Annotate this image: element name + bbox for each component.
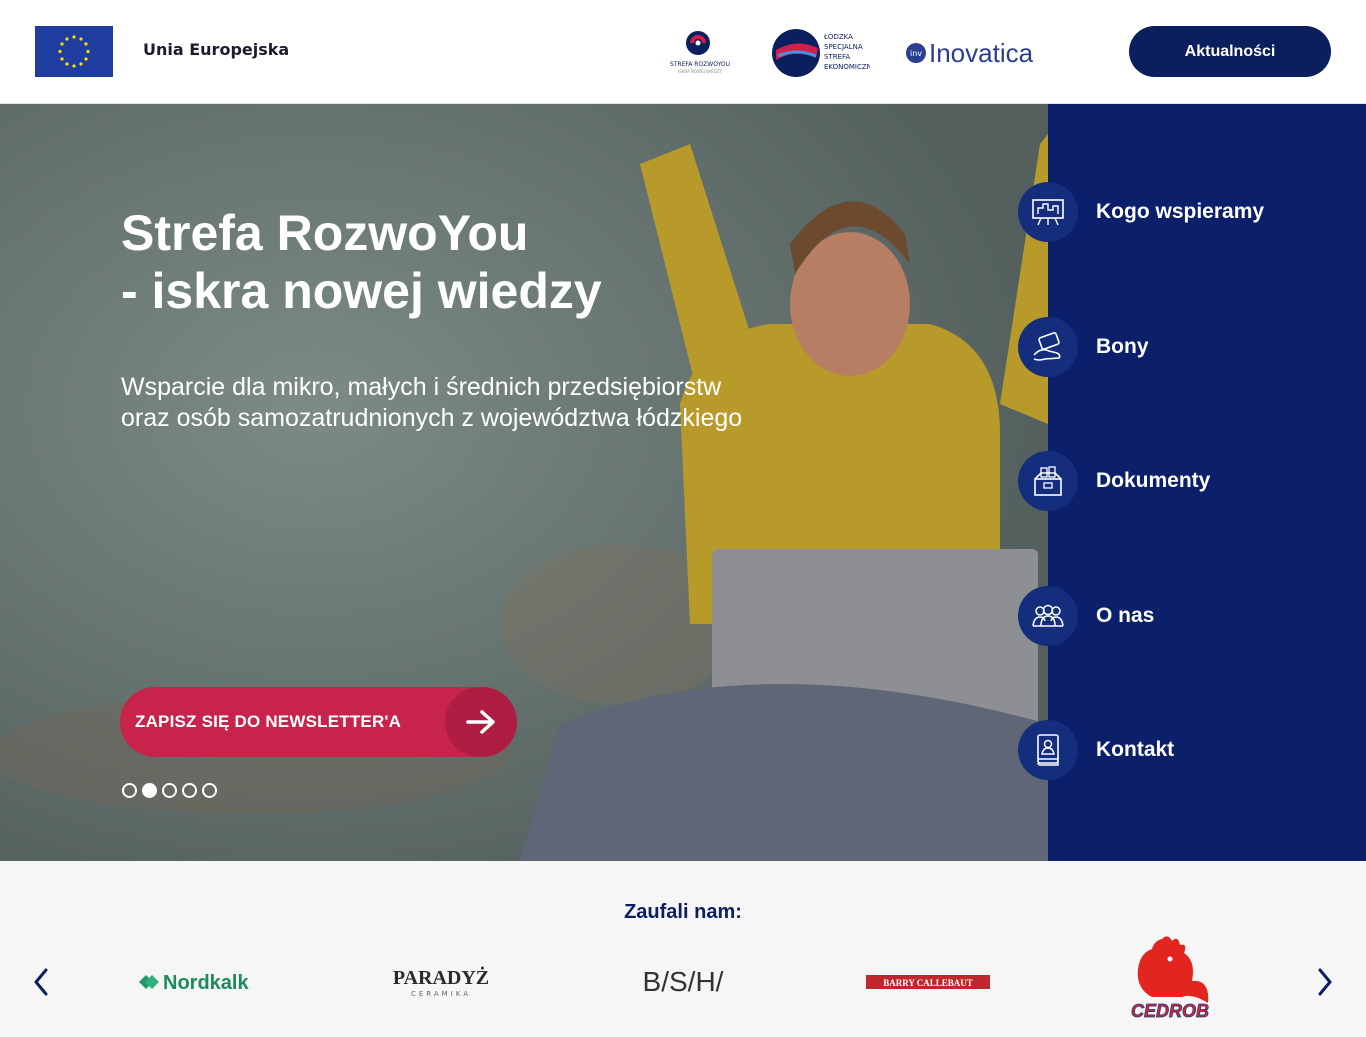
voucher-hand-icon bbox=[1018, 317, 1078, 377]
hero-title-line2: - iskra nowej wiedzy bbox=[121, 263, 602, 319]
nav-item-bony[interactable]: Bony bbox=[1018, 317, 1149, 377]
lsse-logo[interactable]: ŁÓDZKA SPECJALNA STREFA EKONOMICZNA bbox=[770, 28, 877, 80]
slider-dot[interactable] bbox=[182, 783, 197, 798]
eu-flag-icon bbox=[35, 26, 113, 77]
svg-text:STREFA ROZWOYOU: STREFA ROZWOYOU bbox=[670, 61, 730, 68]
svg-text:PARADYŻ: PARADYŻ bbox=[393, 965, 489, 989]
svg-text:ŁÓDZKA: ŁÓDZKA bbox=[823, 32, 853, 41]
nordkalk-logo[interactable]: Nordkalk bbox=[136, 951, 260, 1013]
svg-text:B/S/H/: B/S/H/ bbox=[643, 966, 724, 997]
svg-text:inv: inv bbox=[910, 49, 922, 58]
nav-label: O nas bbox=[1096, 604, 1155, 627]
svg-text:Inovatica: Inovatica bbox=[929, 38, 1034, 68]
nav-label: Kontakt bbox=[1096, 738, 1175, 761]
slider-dot[interactable] bbox=[162, 783, 177, 798]
svg-text:ISKRA NOWEJ WIEDZY: ISKRA NOWEJ WIEDZY bbox=[678, 69, 723, 74]
strefa-rozwoyou-logo[interactable]: STREFA ROZWOYOU ISKRA NOWEJ WIEDZY bbox=[660, 30, 740, 78]
nav-item-o-nas[interactable]: O nas bbox=[1018, 586, 1154, 646]
nav-item-kontakt[interactable]: Kontakt bbox=[1018, 720, 1174, 780]
eu-label: Unia Europejska bbox=[143, 40, 290, 59]
svg-text:CEDROB: CEDROB bbox=[1131, 1001, 1209, 1021]
carousel-prev-button[interactable] bbox=[26, 965, 56, 999]
nav-label: Kogo wspieramy bbox=[1096, 200, 1265, 223]
svg-text:EKONOMICZNA: EKONOMICZNA bbox=[824, 63, 870, 71]
svg-text:CERAMIKA: CERAMIKA bbox=[411, 990, 471, 998]
chevron-left-icon bbox=[34, 968, 48, 996]
carousel-next-button[interactable] bbox=[1310, 965, 1340, 999]
presentation-board-icon bbox=[1018, 182, 1078, 242]
slider-dot-active[interactable] bbox=[142, 783, 157, 798]
hero-subtitle-line2: oraz osób samozatrudnionych z województw… bbox=[121, 404, 743, 432]
slider-pagination bbox=[122, 783, 217, 798]
nav-label: Bony bbox=[1096, 335, 1149, 358]
partners-title: Zaufali nam: bbox=[624, 901, 742, 923]
news-button[interactable]: Aktualności bbox=[1129, 26, 1331, 77]
hero-subtitle: Wsparcie dla mikro, małych i średnich pr… bbox=[121, 372, 841, 434]
nav-item-kogo-wspieramy[interactable]: Kogo wspieramy bbox=[1018, 182, 1264, 242]
barry-callebaut-logo[interactable]: BARRY CALLEBAUT bbox=[864, 951, 992, 1013]
newsletter-signup-button[interactable]: ZAPISZ SIĘ DO NEWSLETTER'A bbox=[120, 687, 517, 757]
contact-book-icon bbox=[1018, 720, 1078, 780]
hero-slider: Strefa RozwoYou - iskra nowej wiedzy Wsp… bbox=[0, 104, 1048, 861]
arrow-right-icon bbox=[445, 687, 517, 757]
svg-text:Nordkalk: Nordkalk bbox=[163, 972, 249, 994]
inovatica-logo[interactable]: inv Inovatica bbox=[905, 36, 1055, 70]
cedrob-logo[interactable]: CEDROB bbox=[1122, 933, 1218, 1025]
bsh-logo[interactable]: B/S/H/ bbox=[628, 951, 738, 1013]
hero-title-line1: Strefa RozwoYou bbox=[121, 205, 529, 261]
partners-section: Zaufali nam: Nordkalk PARADYŻ CERAMIKA B/… bbox=[0, 861, 1366, 1037]
paradyz-logo[interactable]: PARADYŻ CERAMIKA bbox=[378, 951, 504, 1013]
svg-text:SPECJALNA: SPECJALNA bbox=[824, 43, 863, 51]
chevron-right-icon bbox=[1318, 968, 1332, 996]
slider-dot[interactable] bbox=[202, 783, 217, 798]
nav-label: Dokumenty bbox=[1096, 469, 1211, 492]
hero-title: Strefa RozwoYou - iskra nowej wiedzy bbox=[121, 204, 821, 320]
nav-item-dokumenty[interactable]: Dokumenty bbox=[1018, 451, 1210, 511]
hero-subtitle-line1: Wsparcie dla mikro, małych i średnich pr… bbox=[121, 373, 722, 401]
documents-box-icon bbox=[1018, 451, 1078, 511]
site-header: Unia Europejska STREFA ROZWOYOU ISKRA NO… bbox=[0, 0, 1366, 104]
team-people-icon bbox=[1018, 586, 1078, 646]
svg-text:STREFA: STREFA bbox=[824, 53, 850, 61]
svg-text:BARRY CALLEBAUT: BARRY CALLEBAUT bbox=[883, 978, 973, 988]
newsletter-signup-label: ZAPISZ SIĘ DO NEWSLETTER'A bbox=[135, 712, 402, 731]
slider-dot[interactable] bbox=[122, 783, 137, 798]
